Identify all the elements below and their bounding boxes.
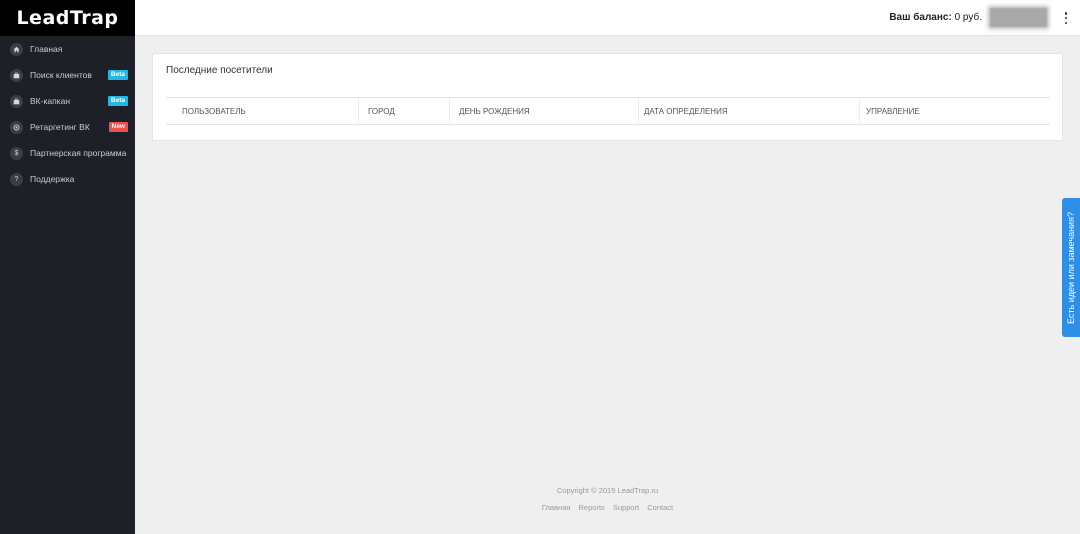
target-icon [10,120,23,134]
recent-visitors-panel: Последние посетители Пользователь Город … [152,53,1063,141]
beta-badge: Beta [107,96,128,106]
balance-display: Ваш баланс: 0 руб. [889,12,982,23]
copyright-text: Copyright © 2015 LeadTrap.ru [556,486,659,495]
sidebar-item-vk-trap[interactable]: ВК-капкан Beta [0,88,135,114]
column-header-city[interactable]: Город [359,98,450,125]
column-header-birthday[interactable]: День рождения [450,98,639,125]
visitors-table-header: Пользователь Город День рождения Дата оп… [166,97,1050,125]
sidebar-item-label: Поиск клиентов [30,70,92,80]
briefcase-icon [10,94,23,108]
sidebar-item-retargeting[interactable]: Ретаргетинг ВК New [0,114,135,140]
briefcase-icon [10,68,23,82]
user-avatar[interactable] [990,8,1047,27]
column-header-detection-date[interactable]: Дата определения [639,98,860,125]
footer-link-reports[interactable]: Reports [579,503,605,512]
beta-badge: Beta [107,70,128,80]
sidebar-item-label: ВК-капкан [30,96,71,106]
footer-links: Главная Reports Support Contact [135,503,1080,512]
sidebar: LeadTrap Главная Поиск клиентов Beta ВК-… [0,0,135,534]
footer-link-contact[interactable]: Contact [647,503,673,512]
sidebar-nav: Главная Поиск клиентов Beta ВК-капкан Be… [0,36,135,192]
sidebar-item-label: Поддержка [30,174,75,184]
column-header-user[interactable]: Пользователь [166,98,359,125]
sidebar-item-label: Главная [30,44,63,54]
new-badge: New [108,122,128,132]
top-bar: Ваш баланс: 0 руб. [135,0,1080,36]
balance-value: 0 руб. [954,12,982,23]
footer-link-support[interactable]: Support [613,503,639,512]
balance-label: Ваш баланс: [889,12,952,23]
sidebar-item-label: Партнерская программа [30,148,127,158]
dollar-icon: $ [10,146,23,160]
sidebar-item-home[interactable]: Главная [0,36,135,62]
feedback-label: Есть идеи или замечания? [1066,211,1076,324]
sidebar-item-partner-program[interactable]: $ Партнерская программа [0,140,135,166]
sidebar-item-client-search[interactable]: Поиск клиентов Beta [0,62,135,88]
sidebar-item-support[interactable]: ? Поддержка [0,166,135,192]
logo[interactable]: LeadTrap [0,0,135,36]
question-icon: ? [10,172,23,186]
sidebar-item-label: Ретаргетинг ВК [30,122,90,132]
footer: Copyright © 2015 LeadTrap.ru Главная Rep… [135,486,1080,512]
feedback-tab[interactable]: Есть идеи или замечания? [1062,198,1080,337]
column-header-actions[interactable]: Управление [860,98,1050,125]
panel-title: Последние посетители [166,65,273,76]
home-icon [10,42,23,56]
more-menu-icon[interactable] [1064,12,1068,24]
footer-link-home[interactable]: Главная [542,503,571,512]
